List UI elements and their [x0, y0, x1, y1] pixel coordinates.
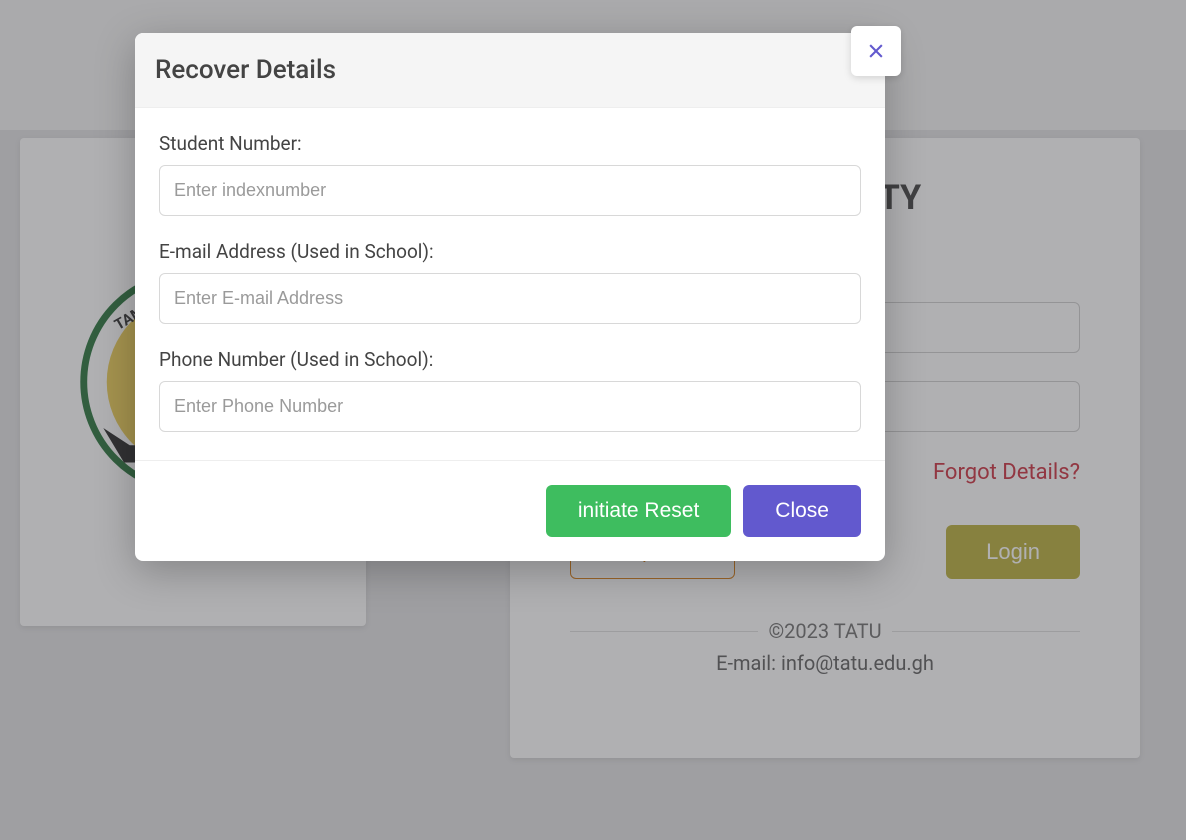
- close-icon: [866, 41, 886, 61]
- close-button[interactable]: Close: [743, 485, 861, 537]
- recover-details-modal: Recover Details Student Number: E-mail A…: [135, 33, 885, 561]
- initiate-reset-button[interactable]: initiate Reset: [546, 485, 731, 537]
- modal-body: Student Number: E-mail Address (Used in …: [135, 108, 885, 460]
- modal-close-x-button[interactable]: [851, 26, 901, 76]
- phone-label: Phone Number (Used in School):: [159, 348, 861, 371]
- modal-title: Recover Details: [155, 55, 865, 85]
- email-label: E-mail Address (Used in School):: [159, 240, 861, 263]
- modal-footer: initiate Reset Close: [135, 460, 885, 561]
- phone-input[interactable]: [159, 381, 861, 432]
- email-group: E-mail Address (Used in School):: [159, 240, 861, 324]
- student-number-input[interactable]: [159, 165, 861, 216]
- student-number-label: Student Number:: [159, 132, 861, 155]
- phone-group: Phone Number (Used in School):: [159, 348, 861, 432]
- email-input[interactable]: [159, 273, 861, 324]
- student-number-group: Student Number:: [159, 132, 861, 216]
- modal-header: Recover Details: [135, 33, 885, 108]
